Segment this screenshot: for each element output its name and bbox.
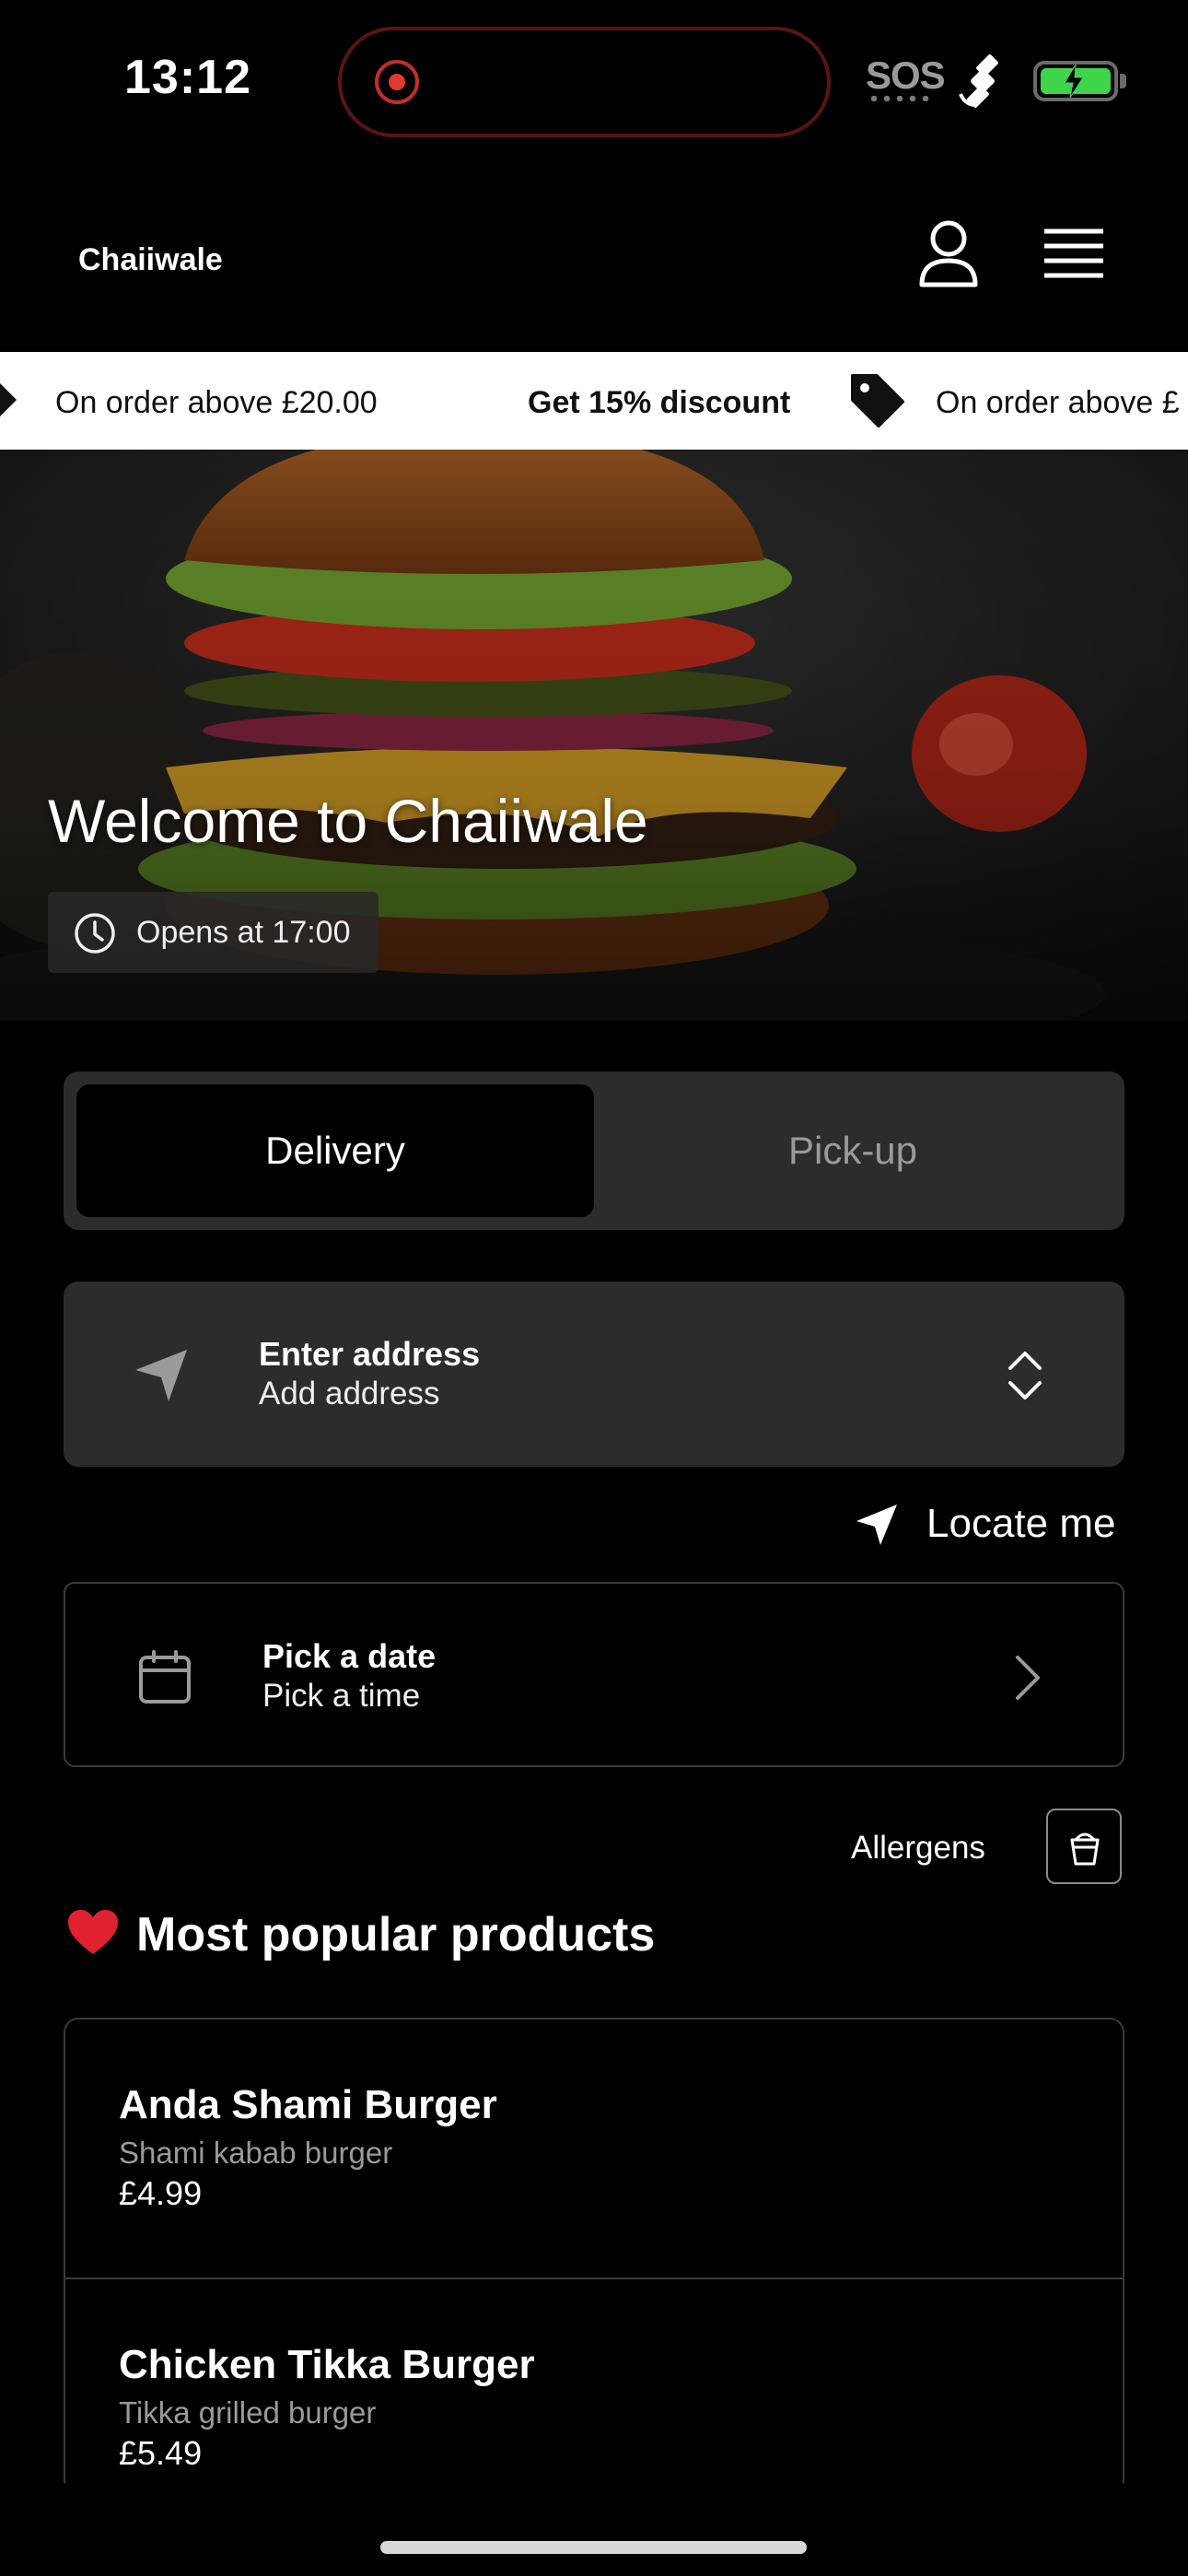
promo-tag-icon <box>0 383 17 416</box>
most-popular-heading: Most popular products <box>66 1907 655 1962</box>
time-subtitle: Pick a time <box>262 1678 421 1714</box>
brand-name[interactable]: Chaiiwale <box>78 242 223 278</box>
app-header: Chaiiwale <box>0 161 1188 352</box>
product-description: Tikka grilled burger <box>119 2395 377 2430</box>
product-description: Shami kabab burger <box>119 2136 393 2170</box>
battery-cap <box>1120 74 1126 88</box>
product-list: Anda Shami Burger Shami kabab burger £4.… <box>64 2018 1124 2483</box>
date-title: Pick a date <box>262 1637 437 1675</box>
opening-hours-badge: Opens at 17:00 <box>48 892 379 973</box>
battery-icon <box>1033 61 1118 101</box>
product-name: Anda Shami Burger <box>119 2082 497 2127</box>
clock-icon <box>75 913 115 954</box>
product-name: Chicken Tikka Burger <box>119 2342 535 2387</box>
record-indicator-icon <box>375 60 419 104</box>
hero-title: Welcome to Chaiiwale <box>48 787 648 855</box>
promo-discount: Get 15% discount <box>528 385 791 420</box>
allergens-button[interactable] <box>1046 1809 1122 1884</box>
date-time-picker[interactable]: Pick a date Pick a time <box>64 1582 1124 1767</box>
delivery-tab[interactable]: Delivery <box>76 1084 594 1217</box>
user-icon[interactable] <box>916 217 981 290</box>
heart-icon <box>68 1910 118 1954</box>
calendar-icon <box>139 1650 191 1704</box>
hero-banner: Welcome to Chaiiwale Opens at 17:00 <box>0 450 1188 1021</box>
product-price: £4.99 <box>119 2174 203 2212</box>
status-bar: 13:12 SOS <box>0 0 1188 161</box>
address-title: Enter address <box>259 1335 481 1373</box>
address-subtitle: Add address <box>259 1376 440 1411</box>
allergen-shaker-icon <box>1070 1832 1100 1866</box>
most-popular-title: Most popular products <box>136 1908 656 1961</box>
promo-tag-icon <box>851 374 904 427</box>
navigation-arrow-icon <box>135 1350 187 1401</box>
home-indicator[interactable] <box>380 2541 807 2554</box>
locate-me-label: Locate me <box>926 1501 1116 1546</box>
location-arrow-icon <box>856 1505 897 1545</box>
product-card[interactable]: Anda Shami Burger Shami kabab burger £4.… <box>65 2020 1123 2279</box>
allergens-label: Allergens <box>851 1830 985 1866</box>
menu-icon[interactable] <box>1042 226 1105 281</box>
satellite-icon <box>959 54 998 108</box>
address-selector[interactable]: Enter address Add address <box>64 1282 1124 1467</box>
product-price: £5.49 <box>119 2434 203 2472</box>
promo-banner: On order above £20.00 Get 15% discount O… <box>0 352 1188 450</box>
pickup-tab[interactable]: Pick-up <box>594 1084 1112 1217</box>
promo-text: On order above £ <box>936 385 1180 420</box>
product-card[interactable]: Chicken Tikka Burger Tikka grilled burge… <box>65 2279 1123 2483</box>
chevron-right-icon <box>1016 1656 1040 1700</box>
opening-hours-text: Opens at 17:00 <box>136 915 351 950</box>
sos-label: SOS <box>866 53 946 97</box>
status-time: 13:12 <box>124 51 251 104</box>
chevron-up-down-icon <box>1008 1352 1042 1399</box>
promo-text: On order above £20.00 <box>55 385 378 420</box>
order-mode-toggle: Delivery Pick-up <box>64 1071 1124 1230</box>
signal-dots-icon <box>868 96 932 101</box>
dynamic-island <box>338 27 831 137</box>
